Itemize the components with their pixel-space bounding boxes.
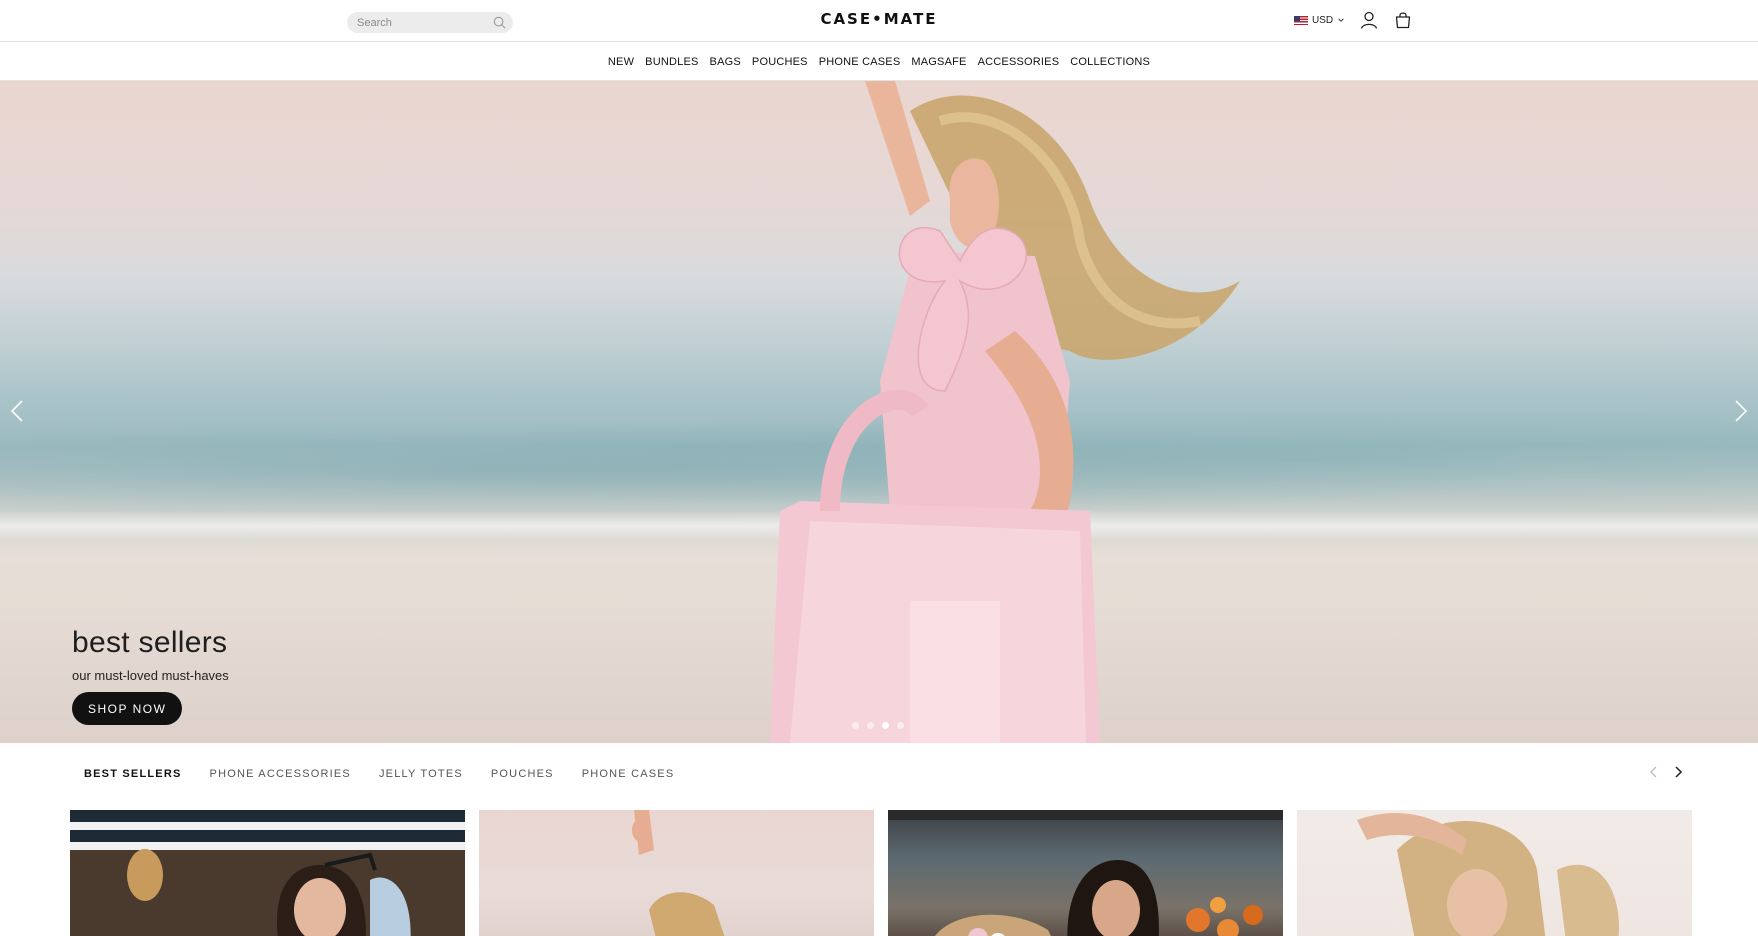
product-image-3 bbox=[888, 810, 1283, 936]
top-bar: CASE•MATE USD bbox=[0, 0, 1758, 42]
tab-pouches[interactable]: POUCHES bbox=[491, 768, 554, 780]
hero-subtitle: our must-loved must-haves bbox=[72, 668, 229, 683]
hero-copy: best sellers our must-loved must-haves S… bbox=[72, 626, 229, 725]
tab-phone-accessories[interactable]: PHONE ACCESSORIES bbox=[210, 768, 351, 780]
hero-next-arrow-icon[interactable] bbox=[1730, 396, 1752, 426]
main-nav: NEW BUNDLES BAGS POUCHES PHONE CASES MAG… bbox=[0, 43, 1758, 81]
account-icon[interactable] bbox=[1359, 10, 1379, 30]
hero-banner: best sellers our must-loved must-haves S… bbox=[0, 81, 1758, 743]
nav-item-collections[interactable]: COLLECTIONS bbox=[1070, 56, 1150, 68]
nav-item-magsafe[interactable]: MAGSAFE bbox=[911, 56, 966, 68]
hero-dot-4[interactable] bbox=[897, 722, 904, 729]
tab-jelly-totes[interactable]: JELLY TOTES bbox=[379, 768, 463, 780]
carousel-next-icon[interactable] bbox=[1670, 764, 1686, 780]
product-card-4[interactable] bbox=[1297, 810, 1692, 936]
product-image-4 bbox=[1357, 812, 1619, 936]
hero-model-image bbox=[770, 81, 1240, 743]
nav-item-bundles[interactable]: BUNDLES bbox=[645, 56, 698, 68]
hero-pagination bbox=[852, 722, 904, 729]
search-icon[interactable] bbox=[492, 15, 507, 30]
hero-dot-3-active[interactable] bbox=[882, 722, 889, 729]
nav-item-bags[interactable]: BAGS bbox=[710, 56, 741, 68]
hero-prev-arrow-icon[interactable] bbox=[6, 396, 28, 426]
product-card-1[interactable] bbox=[70, 810, 465, 936]
chevron-down-icon bbox=[1338, 18, 1344, 22]
hero-dot-2[interactable] bbox=[867, 722, 874, 729]
tab-best-sellers[interactable]: BEST SELLERS bbox=[84, 768, 182, 780]
nav-item-new[interactable]: NEW bbox=[608, 56, 634, 68]
product-card-3[interactable] bbox=[888, 810, 1283, 936]
nav-item-phone-cases[interactable]: PHONE CASES bbox=[819, 56, 901, 68]
product-image-1 bbox=[127, 849, 411, 936]
nav-item-pouches[interactable]: POUCHES bbox=[752, 56, 808, 68]
product-image-2 bbox=[632, 810, 725, 936]
currency-selector[interactable]: USD bbox=[1294, 12, 1345, 28]
currency-label: USD bbox=[1312, 14, 1334, 26]
hero-dot-1[interactable] bbox=[852, 722, 859, 729]
product-carousel bbox=[70, 810, 1692, 936]
search-box bbox=[347, 12, 513, 33]
logo-row: CASE•MATE bbox=[0, 10, 1758, 28]
carousel-prev-icon[interactable] bbox=[1646, 764, 1662, 780]
tab-phone-cases[interactable]: PHONE CASES bbox=[582, 768, 675, 780]
brand-logo[interactable]: CASE•MATE bbox=[820, 10, 937, 28]
cart-bag-icon[interactable] bbox=[1393, 10, 1413, 30]
product-card-2[interactable] bbox=[479, 810, 874, 936]
hero-title: best sellers bbox=[72, 626, 228, 659]
us-flag-icon bbox=[1294, 15, 1308, 25]
product-category-tabs: BEST SELLERS PHONE ACCESSORIES JELLY TOT… bbox=[84, 768, 674, 780]
nav-item-accessories[interactable]: ACCESSORIES bbox=[978, 56, 1060, 68]
search-input[interactable] bbox=[357, 12, 487, 33]
shop-now-button[interactable]: SHOP NOW bbox=[72, 692, 183, 725]
